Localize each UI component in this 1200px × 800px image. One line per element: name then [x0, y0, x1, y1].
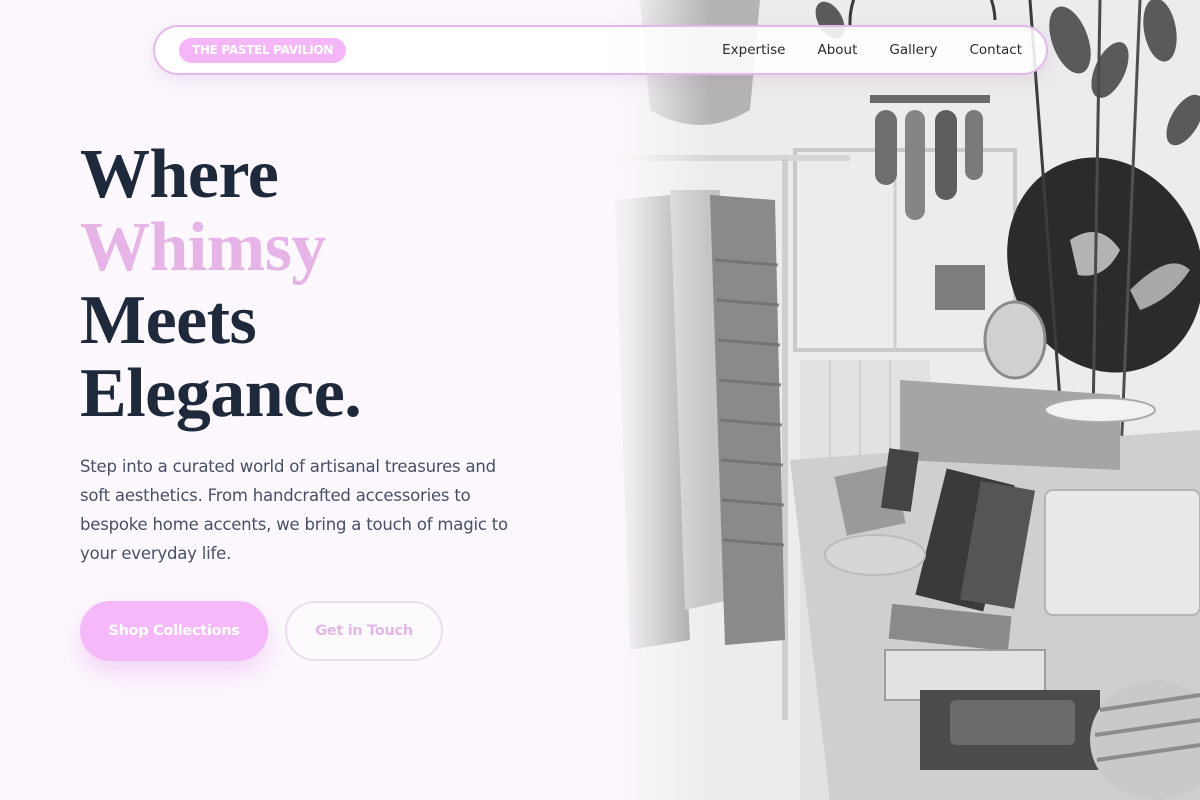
shop-collections-button[interactable]: Shop Collections — [80, 601, 268, 661]
hero-title: Where Whimsy Meets Elegance. — [80, 136, 362, 432]
nav-link-about[interactable]: About — [817, 42, 857, 58]
hero-title-line-1: Where — [80, 136, 279, 213]
top-navbar: THE PASTEL PAVILION Expertise About Gall… — [153, 25, 1048, 75]
hero-title-line-3: Meets — [80, 282, 257, 359]
nav-link-contact[interactable]: Contact — [969, 42, 1022, 58]
hero-boutique-photo — [600, 0, 1200, 800]
hero-description: Step into a curated world of artisanal t… — [80, 457, 508, 563]
get-in-touch-button[interactable]: Get in Touch — [285, 601, 443, 661]
nav-links: Expertise About Gallery Contact — [690, 42, 1022, 58]
nav-link-gallery[interactable]: Gallery — [889, 42, 937, 58]
hero-title-accent-line: Whimsy — [80, 209, 326, 286]
nav-link-expertise[interactable]: Expertise — [722, 42, 785, 58]
brand-logo[interactable]: THE PASTEL PAVILION — [179, 37, 347, 63]
hero-title-line-4: Elegance. — [80, 355, 362, 432]
photo-fade-overlay — [600, 0, 710, 800]
